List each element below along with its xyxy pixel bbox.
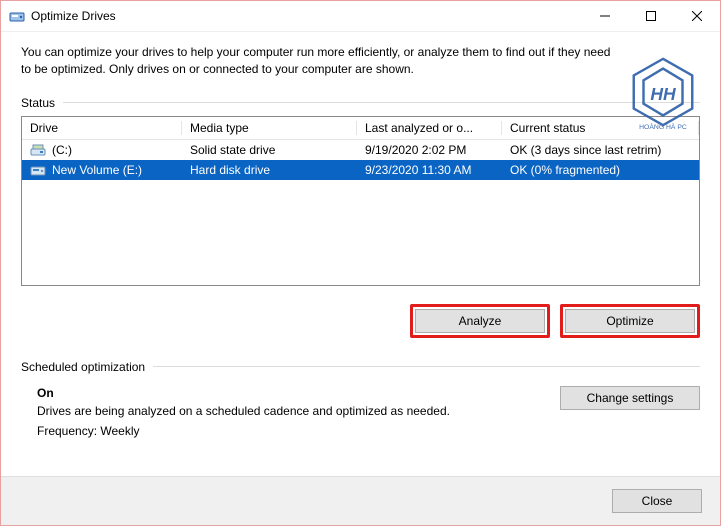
schedule-label: Scheduled optimization [21,360,145,374]
status-label: Status [21,96,55,110]
schedule-state: On [37,386,560,400]
schedule-group-header: Scheduled optimization [21,360,700,374]
current-status: OK (3 days since last retrim) [502,143,699,157]
optimize-button[interactable]: Optimize [565,309,695,333]
listview-header: Drive Media type Last analyzed or o... C… [22,117,699,140]
last-analyzed: 9/19/2020 2:02 PM [357,143,502,157]
intro-text: You can optimize your drives to help you… [21,44,621,78]
app-icon [9,8,25,24]
schedule-desc: Drives are being analyzed on a scheduled… [37,404,560,418]
col-last[interactable]: Last analyzed or o... [357,121,502,135]
maximize-button[interactable] [628,1,674,31]
current-status: OK (0% fragmented) [502,163,699,177]
action-button-row: Analyze Optimize [21,304,700,338]
col-drive[interactable]: Drive [22,121,182,135]
analyze-button[interactable]: Analyze [415,309,545,333]
media-type: Hard disk drive [182,163,357,177]
close-window-button[interactable] [674,1,720,31]
schedule-frequency: Frequency: Weekly [37,424,560,438]
dialog-footer: Close [1,476,720,525]
col-media[interactable]: Media type [182,121,357,135]
drive-name: (C:) [52,143,72,157]
minimize-button[interactable] [582,1,628,31]
table-row[interactable]: (C:) Solid state drive 9/19/2020 2:02 PM… [22,140,699,160]
change-settings-button[interactable]: Change settings [560,386,700,410]
status-group-header: Status [21,96,700,110]
window-title: Optimize Drives [31,9,116,23]
table-row[interactable]: New Volume (E:) Hard disk drive 9/23/202… [22,160,699,180]
drives-listview[interactable]: Drive Media type Last analyzed or o... C… [21,116,700,286]
media-type: Solid state drive [182,143,357,157]
close-button[interactable]: Close [612,489,702,513]
highlight-box: Analyze [410,304,550,338]
listview-body: (C:) Solid state drive 9/19/2020 2:02 PM… [22,140,699,180]
titlebar: Optimize Drives [1,1,720,32]
drive-name: New Volume (E:) [52,163,142,177]
drive-c-icon [30,143,46,157]
last-analyzed: 9/23/2020 11:30 AM [357,163,502,177]
drive-hdd-icon [30,163,46,177]
content-area: You can optimize your drives to help you… [1,32,720,438]
col-status[interactable]: Current status [502,121,699,135]
scheduled-optimization-section: Scheduled optimization On Drives are bei… [21,360,700,438]
highlight-box: Optimize [560,304,700,338]
optimize-drives-window: Optimize Drives You can optimize your dr… [0,0,721,526]
